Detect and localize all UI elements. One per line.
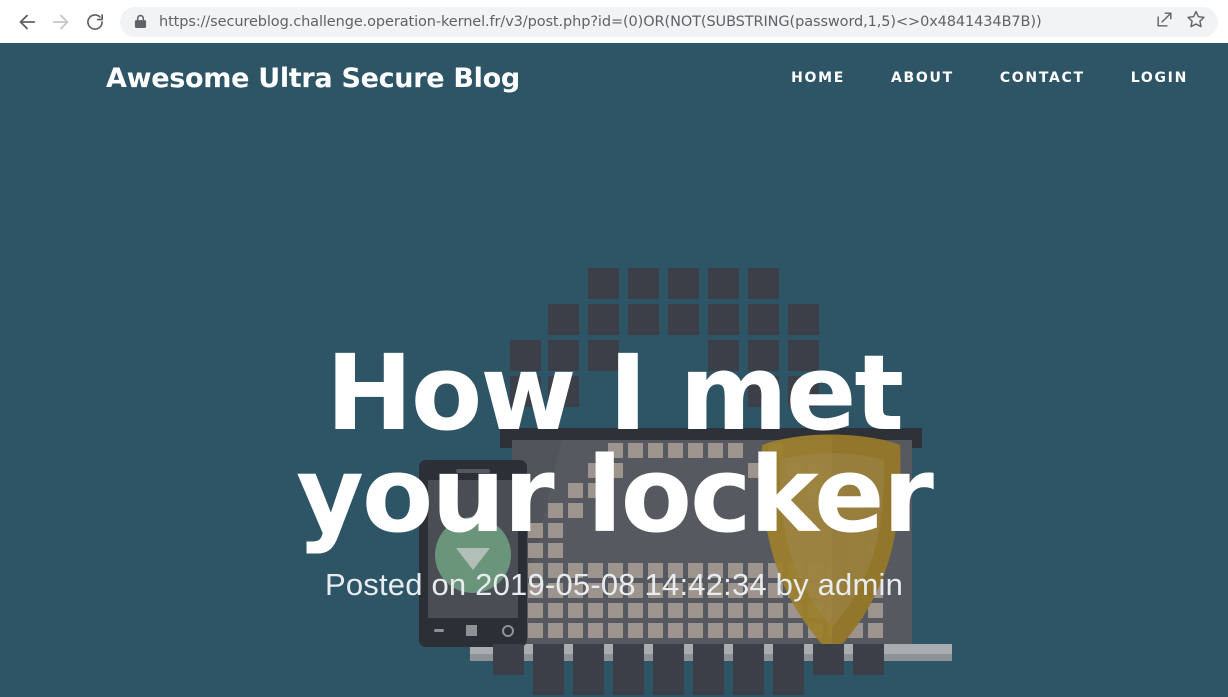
nav-item-login[interactable]: LOGIN: [1108, 70, 1188, 86]
omnibox-actions: [1148, 7, 1212, 37]
post-title-line-2: your locker: [296, 433, 934, 556]
share-icon: [1155, 10, 1174, 34]
page-body: Awesome Ultra Secure Blog HOME ABOUT CON…: [0, 43, 1228, 697]
forward-button[interactable]: [44, 5, 78, 39]
reload-button[interactable]: [78, 5, 112, 39]
back-arrow-icon: [16, 11, 38, 33]
share-button[interactable]: [1148, 7, 1180, 37]
nav-item-home[interactable]: HOME: [768, 70, 868, 86]
back-button[interactable]: [10, 5, 44, 39]
hero-text-block: How I met your locker Posted on 2019-05-…: [0, 341, 1228, 603]
star-icon: [1186, 9, 1206, 34]
post-title: How I met your locker: [120, 341, 1108, 547]
url-text[interactable]: https://secureblog.challenge.operation-k…: [159, 14, 1148, 30]
post-meta: Posted on 2019-05-08 14:42:34 by admin: [324, 566, 904, 602]
reload-icon: [85, 12, 105, 32]
forward-arrow-icon: [50, 11, 72, 33]
browser-toolbar: https://secureblog.challenge.operation-k…: [0, 0, 1228, 43]
nav-item-contact[interactable]: CONTACT: [977, 70, 1108, 86]
bookmark-button[interactable]: [1180, 7, 1212, 37]
lock-icon[interactable]: [134, 14, 147, 29]
nav-item-about[interactable]: ABOUT: [868, 70, 977, 86]
site-header: Awesome Ultra Secure Blog HOME ABOUT CON…: [0, 43, 1228, 113]
address-bar[interactable]: https://secureblog.challenge.operation-k…: [120, 6, 1218, 37]
main-navigation: HOME ABOUT CONTACT LOGIN: [768, 70, 1188, 86]
site-brand[interactable]: Awesome Ultra Secure Blog: [106, 63, 520, 94]
